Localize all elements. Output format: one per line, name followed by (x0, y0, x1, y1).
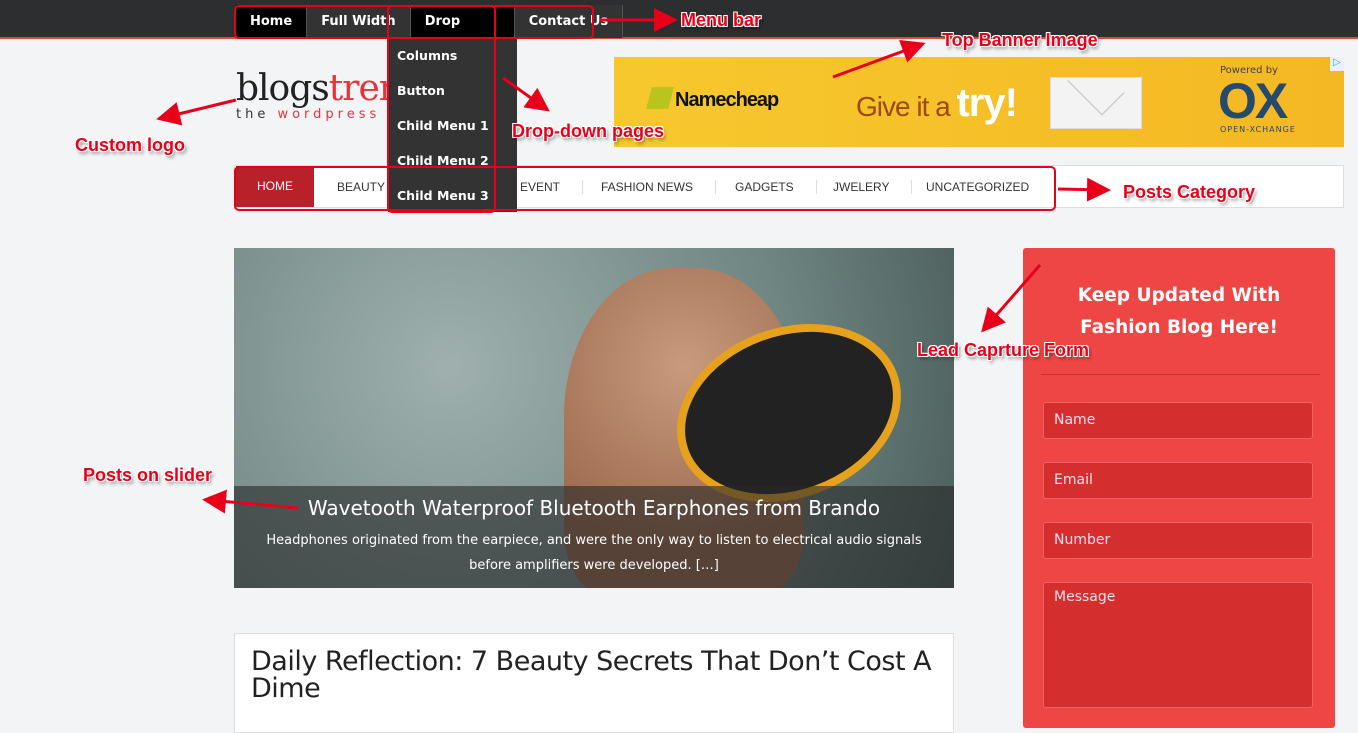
annotation-menu-bar: Menu bar (681, 10, 762, 30)
annotation-top-banner: Top Banner Image (942, 30, 1098, 50)
annotation-arrows (156, 8, 1111, 514)
annotation-posts-slider: Posts on slider (83, 465, 213, 485)
annotation-dropdown-pages: Drop-down pages (512, 121, 664, 141)
annotation-lead-form: Lead Caprture Form (917, 340, 1090, 360)
annotation-posts-category: Posts Category (1123, 182, 1256, 202)
annotation-custom-logo: Custom logo (75, 135, 185, 155)
